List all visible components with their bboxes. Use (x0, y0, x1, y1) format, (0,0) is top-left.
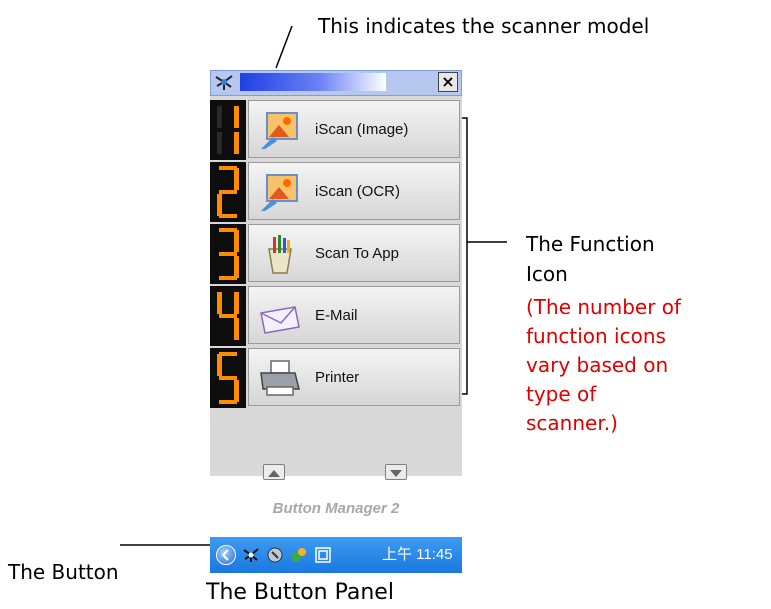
scanner-model-annotation: This indicates the scanner model (318, 14, 650, 38)
function-label: E-Mail (315, 307, 358, 324)
function-row: Scan To App (210, 224, 462, 286)
display-tray-icon[interactable] (314, 546, 332, 564)
function-number-display (210, 224, 246, 284)
app-brand-label: Button Manager 2 (272, 500, 400, 517)
iscan-image-button[interactable]: iScan (Image) (248, 100, 460, 158)
chevron-left-icon (221, 549, 229, 561)
function-number-display (210, 286, 246, 346)
envelope-icon (260, 306, 300, 334)
triangle-down-icon (390, 470, 402, 477)
function-note-line4: type of (526, 382, 597, 406)
printer-icon (260, 360, 300, 396)
function-label: iScan (Image) (315, 121, 409, 138)
model-pointer-line (275, 25, 293, 69)
network-tray-icon[interactable] (290, 546, 308, 564)
scroll-down-button[interactable] (385, 464, 407, 480)
function-row: iScan (OCR) (210, 162, 462, 224)
function-note-line1: (The number of (526, 295, 682, 319)
digit-3-icon (219, 228, 239, 280)
function-number-display (210, 348, 246, 408)
digit-4-icon (217, 292, 239, 340)
button-annotation: The Button (8, 560, 119, 584)
digit-1-icon (217, 106, 239, 154)
function-row: iScan (Image) (210, 100, 462, 162)
digit-5-icon (217, 352, 239, 404)
function-label: iScan (OCR) (315, 183, 401, 200)
app-icon (268, 235, 292, 274)
printer-button[interactable]: Printer (248, 348, 460, 406)
function-number-display (210, 162, 246, 222)
scanner-model-bar (240, 73, 386, 91)
close-button[interactable]: × (438, 72, 458, 92)
email-button[interactable]: E-Mail (248, 286, 460, 344)
function-number-display (210, 100, 246, 160)
tray-clock[interactable]: 上午 11:45 (382, 537, 453, 573)
scan-to-app-button[interactable]: Scan To App (248, 224, 460, 282)
button-panel-window: × iScan (Image) iScan (OCR) Scan To App … (210, 70, 462, 573)
scanner-tray-icon[interactable] (242, 546, 260, 564)
function-note-line5: scanner.) (526, 411, 618, 435)
iscan-ocr-button[interactable]: iScan (OCR) (248, 162, 460, 220)
figure-caption: The Button Panel (206, 580, 394, 605)
triangle-up-icon (268, 470, 280, 477)
function-label: Printer (315, 369, 360, 386)
function-label: Scan To App (315, 245, 399, 262)
function-row: Printer (210, 348, 462, 410)
image-scan-icon (261, 112, 298, 149)
volume-tray-icon[interactable] (266, 546, 284, 564)
scanner-app-icon (215, 75, 233, 90)
function-icon-annotation-line2: Icon (526, 262, 568, 286)
tray-toggle-button[interactable] (216, 545, 236, 565)
function-icon-annotation-line1: The Function (526, 232, 655, 256)
function-row: E-Mail (210, 286, 462, 348)
digit-2-icon (217, 166, 239, 218)
ocr-scan-icon (261, 174, 298, 211)
scroll-up-button[interactable] (263, 464, 285, 480)
system-tray: 上午 11:45 (210, 537, 462, 573)
function-note-line2: function icons (526, 324, 666, 348)
function-note-line3: vary based on (526, 353, 669, 377)
